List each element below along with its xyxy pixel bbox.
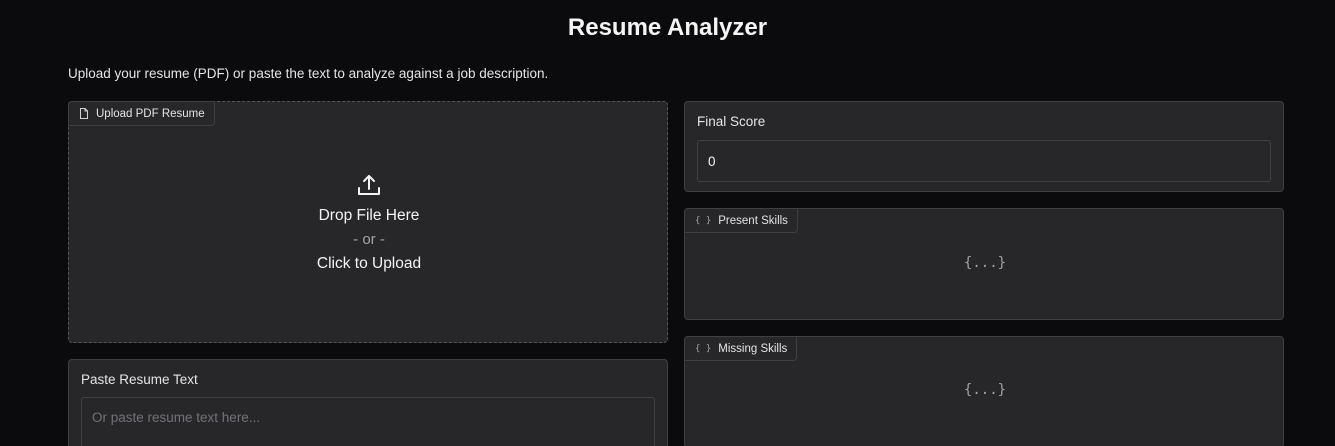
page-description: Upload your resume (PDF) or paste the te… <box>68 66 549 81</box>
upload-label-chip: Upload PDF Resume <box>68 101 215 126</box>
file-icon <box>79 108 89 119</box>
final-score-panel: Final Score <box>684 101 1284 192</box>
missing-skills-panel: { } Missing Skills {...} <box>684 336 1284 446</box>
paste-resume-label: Paste Resume Text <box>81 372 198 387</box>
resume-text-input[interactable] <box>81 397 655 446</box>
present-skills-empty-json: {...} <box>963 255 1007 271</box>
json-braces-icon: { } <box>695 215 712 226</box>
present-skills-panel: { } Present Skills {...} <box>684 208 1284 320</box>
missing-skills-empty-json: {...} <box>963 382 1007 398</box>
drop-area[interactable]: Drop File Here - or - Click to Upload <box>69 172 669 276</box>
missing-skills-label: Missing Skills <box>718 342 788 355</box>
missing-skills-chip: { } Missing Skills <box>684 336 798 361</box>
drop-file-text: Drop File Here <box>318 207 420 224</box>
final-score-label: Final Score <box>697 114 766 129</box>
final-score-field[interactable] <box>697 140 1271 182</box>
json-braces-icon: { } <box>695 343 712 354</box>
or-separator: - or - <box>353 231 385 248</box>
upload-icon <box>69 172 669 198</box>
upload-label: Upload PDF Resume <box>96 107 205 120</box>
present-skills-label: Present Skills <box>718 214 788 227</box>
page-title: Resume Analyzer <box>567 14 768 41</box>
pdf-upload-dropzone[interactable]: Upload PDF Resume Drop File Here - or - … <box>68 101 668 343</box>
resume-analyzer-page: Resume Analyzer Upload your resume (PDF)… <box>0 0 1335 446</box>
click-to-upload-text[interactable]: Click to Upload <box>69 252 669 276</box>
present-skills-chip: { } Present Skills <box>684 208 798 233</box>
paste-resume-panel: Paste Resume Text <box>68 359 668 446</box>
